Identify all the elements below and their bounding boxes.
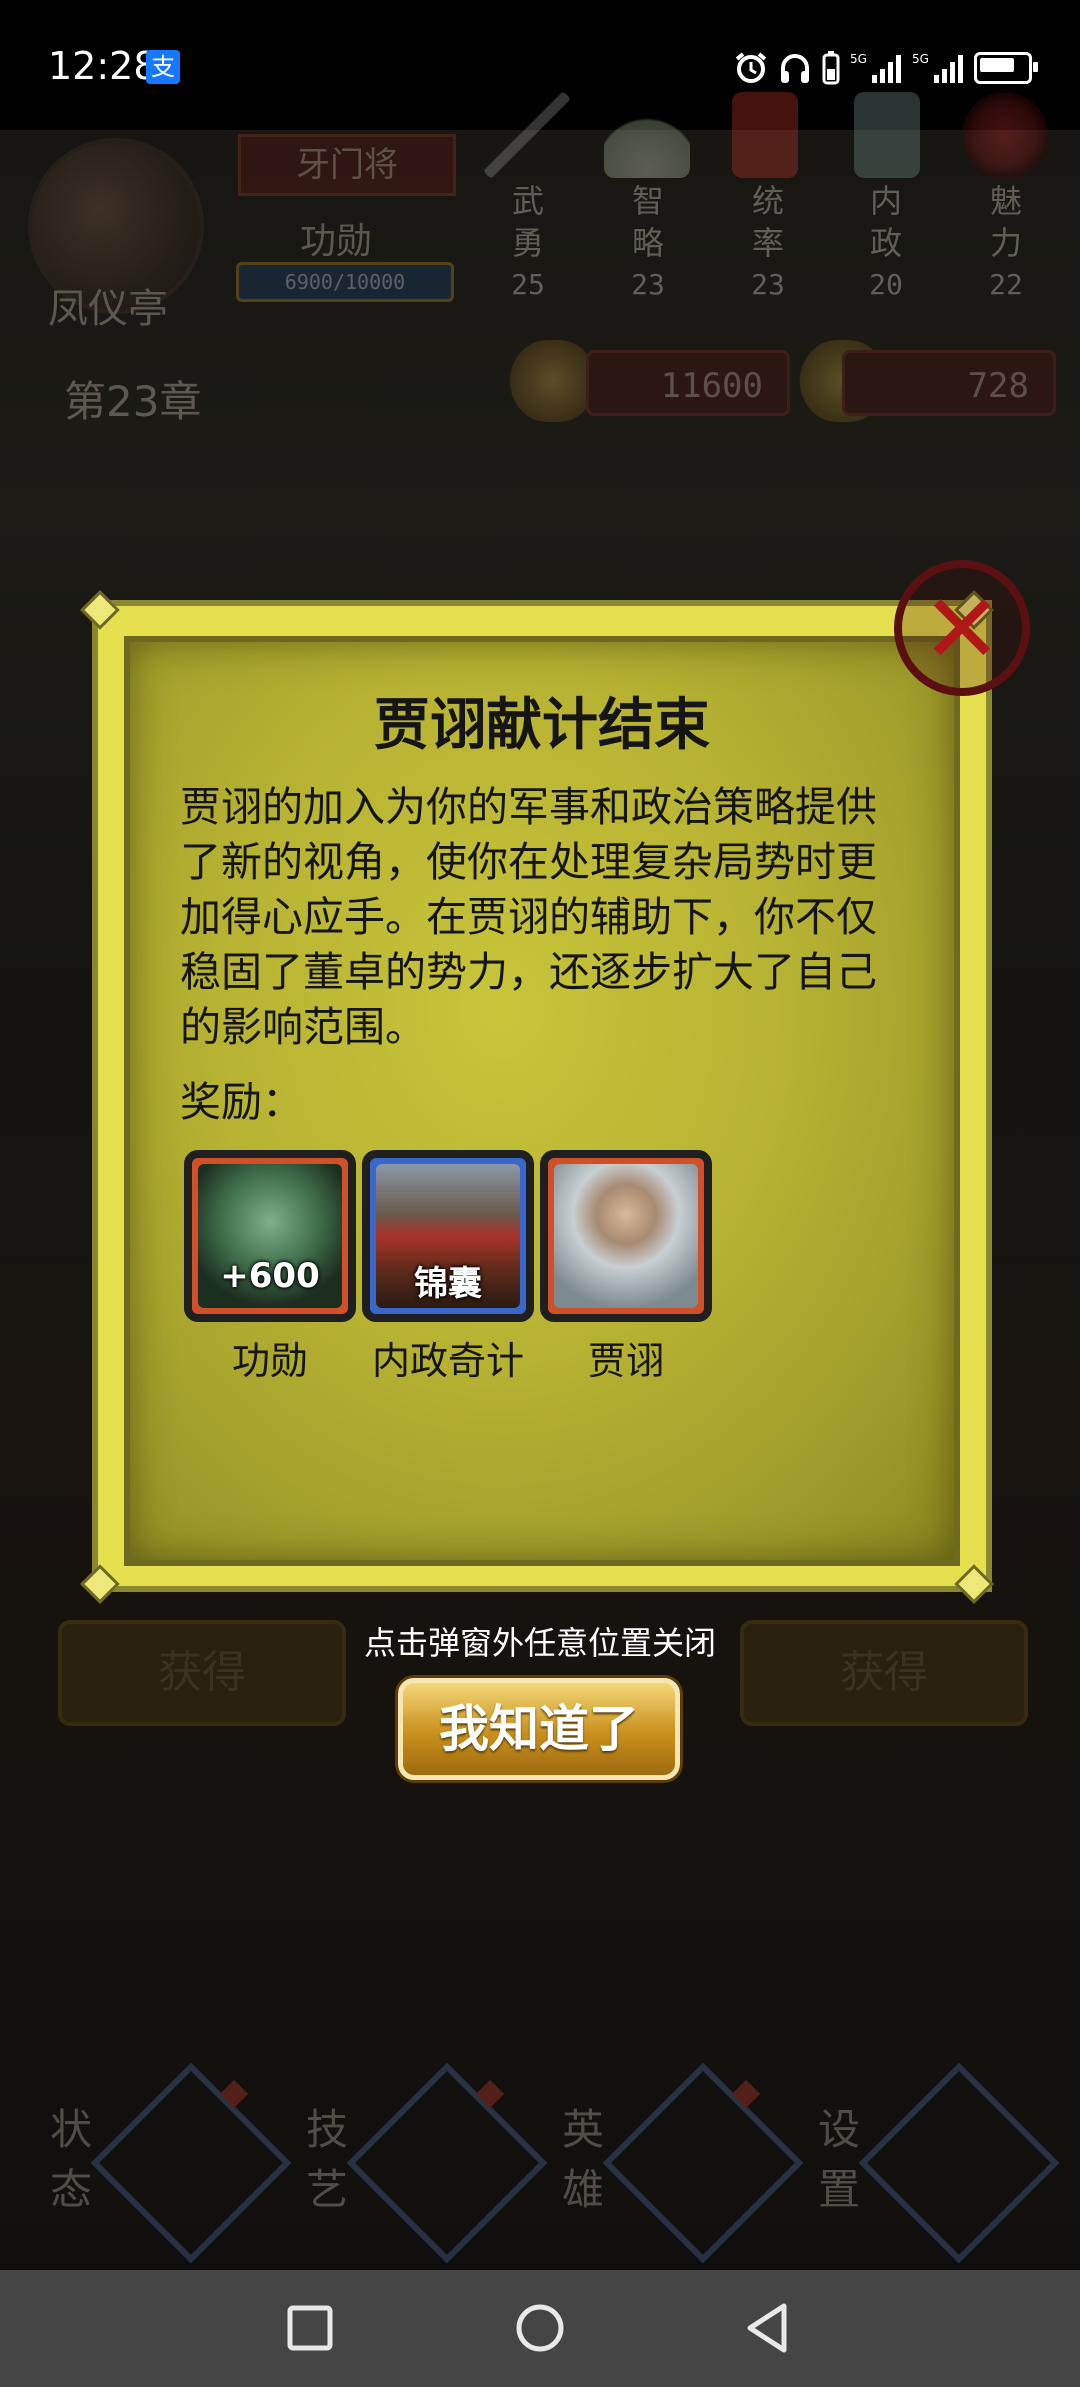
- stat-martial: 武勇 25: [498, 180, 558, 306]
- signal-5g-icon: 5G: [912, 52, 963, 83]
- dialog-body-text: 贾诩的加入为你的军事和政治策略提供了新的视角，使你在处理复杂局势时更加得心应手。…: [180, 783, 877, 1051]
- nav-label-char: 状: [50, 2105, 93, 2154]
- nav-label-char: 英: [562, 2105, 605, 2154]
- helmet-icon: [602, 2062, 804, 2264]
- battery-saver-icon: [822, 51, 840, 85]
- nav-status[interactable]: 状态: [50, 2062, 292, 2264]
- stat-value: 23: [631, 268, 665, 301]
- stat-label: 武: [511, 182, 544, 220]
- stat-value: 20: [869, 268, 903, 301]
- gear-icon: [858, 2062, 1060, 2264]
- dialog-title: 贾诩献计结束: [374, 693, 710, 758]
- stat-command: 统率 23: [738, 180, 798, 306]
- close-hint: 点击弹窗外任意位置关闭: [363, 1624, 716, 1662]
- chapter-label: 第23章: [64, 377, 202, 426]
- nav-label-char: 艺: [306, 2165, 349, 2214]
- nav-skills[interactable]: 技艺: [306, 2062, 548, 2264]
- leaf-icon: [346, 2062, 548, 2264]
- nav-heroes[interactable]: 英雄: [562, 2062, 804, 2264]
- grain-counter: 728: [842, 350, 1056, 416]
- stat-label: 智: [631, 182, 664, 220]
- dragon-emblem-icon: [90, 2062, 292, 2264]
- coins-counter: 11600: [586, 350, 790, 416]
- stat-politics: 内政 20: [856, 180, 916, 306]
- svg-text:5G: 5G: [850, 52, 867, 66]
- player-name: 凤仪亭: [48, 286, 168, 332]
- stat-intellect: 智略 23: [618, 180, 678, 306]
- nav-label: 技艺: [306, 2100, 356, 2220]
- stat-value: 22: [989, 268, 1023, 301]
- nav-label: 英雄: [562, 2100, 612, 2220]
- nav-label-char: 态: [50, 2165, 93, 2214]
- close-button[interactable]: ✕: [894, 560, 1030, 696]
- medallion-icon: [962, 92, 1048, 178]
- coins-icon: [508, 340, 598, 422]
- close-icon: ✕: [921, 573, 1003, 685]
- confirm-button[interactable]: 我知道了: [398, 1678, 680, 1780]
- stat-label: 略: [631, 224, 664, 262]
- reward-amount: +600: [220, 1256, 320, 1296]
- stat-label: 统: [751, 182, 784, 220]
- reward-label: 奖励：: [180, 1078, 303, 1126]
- command-token-icon: [732, 92, 798, 178]
- stat-label: 勇: [511, 224, 544, 262]
- stat-label: 率: [751, 224, 784, 262]
- jia-xu-portrait: [554, 1164, 698, 1308]
- nav-label-char: 技: [306, 2105, 349, 2154]
- nav-label: 状态: [50, 2100, 100, 2220]
- status-time: 12:28: [48, 44, 158, 88]
- alarm-icon: [735, 52, 767, 83]
- stat-label: 力: [989, 224, 1022, 262]
- home-icon[interactable]: [510, 2298, 570, 2358]
- battery-icon: [974, 52, 1038, 84]
- reward-tag: 锦囊: [414, 1264, 482, 1304]
- stat-label: 政: [869, 224, 902, 262]
- recents-icon[interactable]: [280, 2298, 340, 2358]
- stat-value: 25: [511, 268, 545, 301]
- nav-label: 设置: [818, 2100, 868, 2220]
- merit-progress-bar: 6900/10000: [236, 262, 454, 302]
- nav-label-char: 置: [818, 2165, 861, 2214]
- merit-label: 功勋: [300, 221, 373, 262]
- spear-icon: [484, 92, 570, 178]
- status-icons: 5G 5G: [734, 48, 1038, 88]
- alipay-icon: 支: [146, 50, 180, 84]
- stat-label: 魅: [989, 182, 1022, 220]
- seal-icon: [854, 92, 920, 178]
- stat-value: 23: [751, 268, 785, 301]
- reward-name: 贾诩: [587, 1339, 664, 1383]
- fan-icon: [604, 92, 690, 178]
- stat-charisma: 魅力 22: [976, 180, 1036, 306]
- rank-badge: 牙门将: [238, 134, 456, 196]
- signal-5g-icon: 5G: [850, 52, 901, 83]
- nav-settings[interactable]: 设置: [818, 2062, 1060, 2264]
- nav-label-char: 雄: [562, 2165, 605, 2214]
- stat-label: 内: [869, 182, 902, 220]
- headphones-icon: [781, 54, 809, 83]
- svg-text:5G: 5G: [912, 52, 929, 66]
- back-icon[interactable]: [738, 2298, 798, 2358]
- nav-label-char: 设: [818, 2105, 861, 2154]
